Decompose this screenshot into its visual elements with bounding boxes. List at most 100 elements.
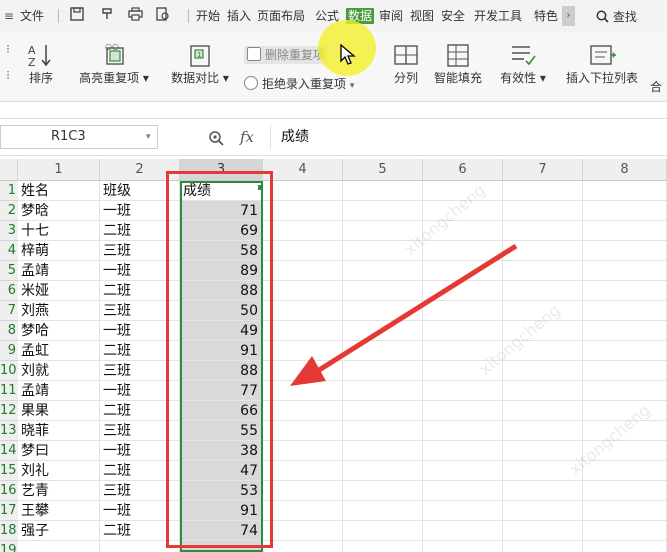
cell-class[interactable]: 二班 (100, 401, 180, 421)
row-header[interactable]: 4 (0, 241, 18, 261)
name-box-dropdown-icon[interactable]: ▾ (146, 132, 151, 142)
grid-cell[interactable] (263, 361, 343, 381)
cell-class[interactable]: 一班 (100, 261, 180, 281)
cell-name[interactable]: 刘燕 (18, 301, 100, 321)
grid-cell[interactable] (423, 501, 503, 521)
tab-view[interactable]: 视图 (410, 8, 434, 24)
grid-cell[interactable] (263, 301, 343, 321)
grid-cell[interactable] (423, 361, 503, 381)
grid-cell[interactable] (583, 461, 667, 481)
save-icon[interactable] (70, 7, 84, 25)
grid-cell[interactable] (583, 501, 667, 521)
cell-class[interactable]: 三班 (100, 301, 180, 321)
grid-cell[interactable] (343, 381, 423, 401)
chevron-right-icon[interactable]: › (562, 6, 575, 26)
cell-score[interactable]: 55 (180, 421, 263, 441)
grid-cell[interactable] (503, 201, 583, 221)
cell-score[interactable]: 49 (180, 321, 263, 341)
grid-cell[interactable] (423, 201, 503, 221)
cell-score[interactable]: 91 (180, 341, 263, 361)
grid-cell[interactable] (503, 181, 583, 201)
grid-cell[interactable] (423, 321, 503, 341)
cell-name[interactable]: 梦晗 (18, 201, 100, 221)
grid-cell[interactable] (423, 421, 503, 441)
cell-score[interactable]: 50 (180, 301, 263, 321)
cell-name[interactable]: 刘就 (18, 361, 100, 381)
smart-fill-button[interactable]: 智能填充 (430, 42, 486, 85)
grid-cell[interactable] (343, 281, 423, 301)
fx-icon[interactable]: fx (240, 128, 254, 146)
grid-cell[interactable] (423, 221, 503, 241)
grid-cell[interactable] (503, 401, 583, 421)
column-header-8[interactable]: 8 (583, 159, 667, 181)
grid-cell[interactable] (503, 281, 583, 301)
row-header[interactable]: 8 (0, 321, 18, 341)
grid-cell[interactable] (263, 501, 343, 521)
grid-cell[interactable] (343, 541, 423, 552)
grid-cell[interactable] (583, 401, 667, 421)
cell-class[interactable]: 三班 (100, 421, 180, 441)
grid-cell[interactable] (583, 321, 667, 341)
grid-cell[interactable] (423, 461, 503, 481)
grid-cell[interactable] (263, 221, 343, 241)
grid-cell[interactable] (263, 261, 343, 281)
cell-class[interactable]: 班级 (100, 181, 180, 201)
grid-cell[interactable] (503, 541, 583, 552)
grid-cell[interactable] (263, 521, 343, 541)
cell-score[interactable]: 89 (180, 261, 263, 281)
filter-left-stub[interactable]: ⁝ ⁝ (0, 42, 16, 82)
cell-name[interactable]: 梦曰 (18, 441, 100, 461)
grid-cell[interactable] (343, 501, 423, 521)
grid-cell[interactable] (343, 341, 423, 361)
cell-score[interactable]: 71 (180, 201, 263, 221)
grid-cell[interactable] (503, 441, 583, 461)
grid-cell[interactable] (263, 241, 343, 261)
grid-cell[interactable] (503, 221, 583, 241)
grid-cell[interactable] (583, 241, 667, 261)
cell-name[interactable]: 晓菲 (18, 421, 100, 441)
tab-security[interactable]: 安全 (441, 8, 465, 24)
grid-cell[interactable] (583, 441, 667, 461)
grid-cell[interactable] (263, 421, 343, 441)
cell-score[interactable]: 53 (180, 481, 263, 501)
row-header[interactable]: 1 (0, 181, 18, 201)
select-all-corner[interactable] (0, 159, 18, 181)
cell-score[interactable]: 91 (180, 501, 263, 521)
cell-name[interactable] (18, 541, 100, 552)
cell-name[interactable]: 果果 (18, 401, 100, 421)
row-header[interactable]: 19 (0, 541, 18, 552)
cell-class[interactable]: 二班 (100, 521, 180, 541)
grid-cell[interactable] (583, 381, 667, 401)
menu-file[interactable]: 文件 (20, 8, 44, 24)
cell-name[interactable]: 米娅 (18, 281, 100, 301)
cell-score[interactable]: 74 (180, 521, 263, 541)
cell-score[interactable]: 77 (180, 381, 263, 401)
menu-hamburger-icon[interactable]: ≡ (4, 9, 14, 23)
grid-cell[interactable] (423, 181, 503, 201)
grid-cell[interactable] (503, 461, 583, 481)
row-header[interactable]: 10 (0, 361, 18, 381)
cell-class[interactable]: 三班 (100, 481, 180, 501)
data-validation-button[interactable]: 有效性 ▾ (496, 42, 550, 85)
grid-cell[interactable] (263, 341, 343, 361)
tab-page-layout[interactable]: 页面布局 (257, 8, 305, 24)
grid-cell[interactable] (343, 421, 423, 441)
column-header-1[interactable]: 1 (18, 159, 100, 181)
cell-score[interactable]: 58 (180, 241, 263, 261)
cell-class[interactable]: 一班 (100, 441, 180, 461)
cell-class[interactable]: 二班 (100, 341, 180, 361)
grid-cell[interactable] (583, 281, 667, 301)
cell-name[interactable]: 梓萌 (18, 241, 100, 261)
fill-handle[interactable] (258, 185, 263, 190)
grid-cell[interactable] (503, 481, 583, 501)
grid-cell[interactable] (343, 521, 423, 541)
grid-cell[interactable] (503, 241, 583, 261)
grid-cell[interactable] (423, 341, 503, 361)
row-header[interactable]: 3 (0, 221, 18, 241)
grid-cell[interactable] (583, 481, 667, 501)
cell-score[interactable]: 69 (180, 221, 263, 241)
reject-duplicates-button[interactable]: 拒绝录入重复项 ▾ (244, 76, 354, 94)
grid-cell[interactable] (263, 281, 343, 301)
grid-cell[interactable] (263, 381, 343, 401)
grid-cell[interactable] (583, 521, 667, 541)
